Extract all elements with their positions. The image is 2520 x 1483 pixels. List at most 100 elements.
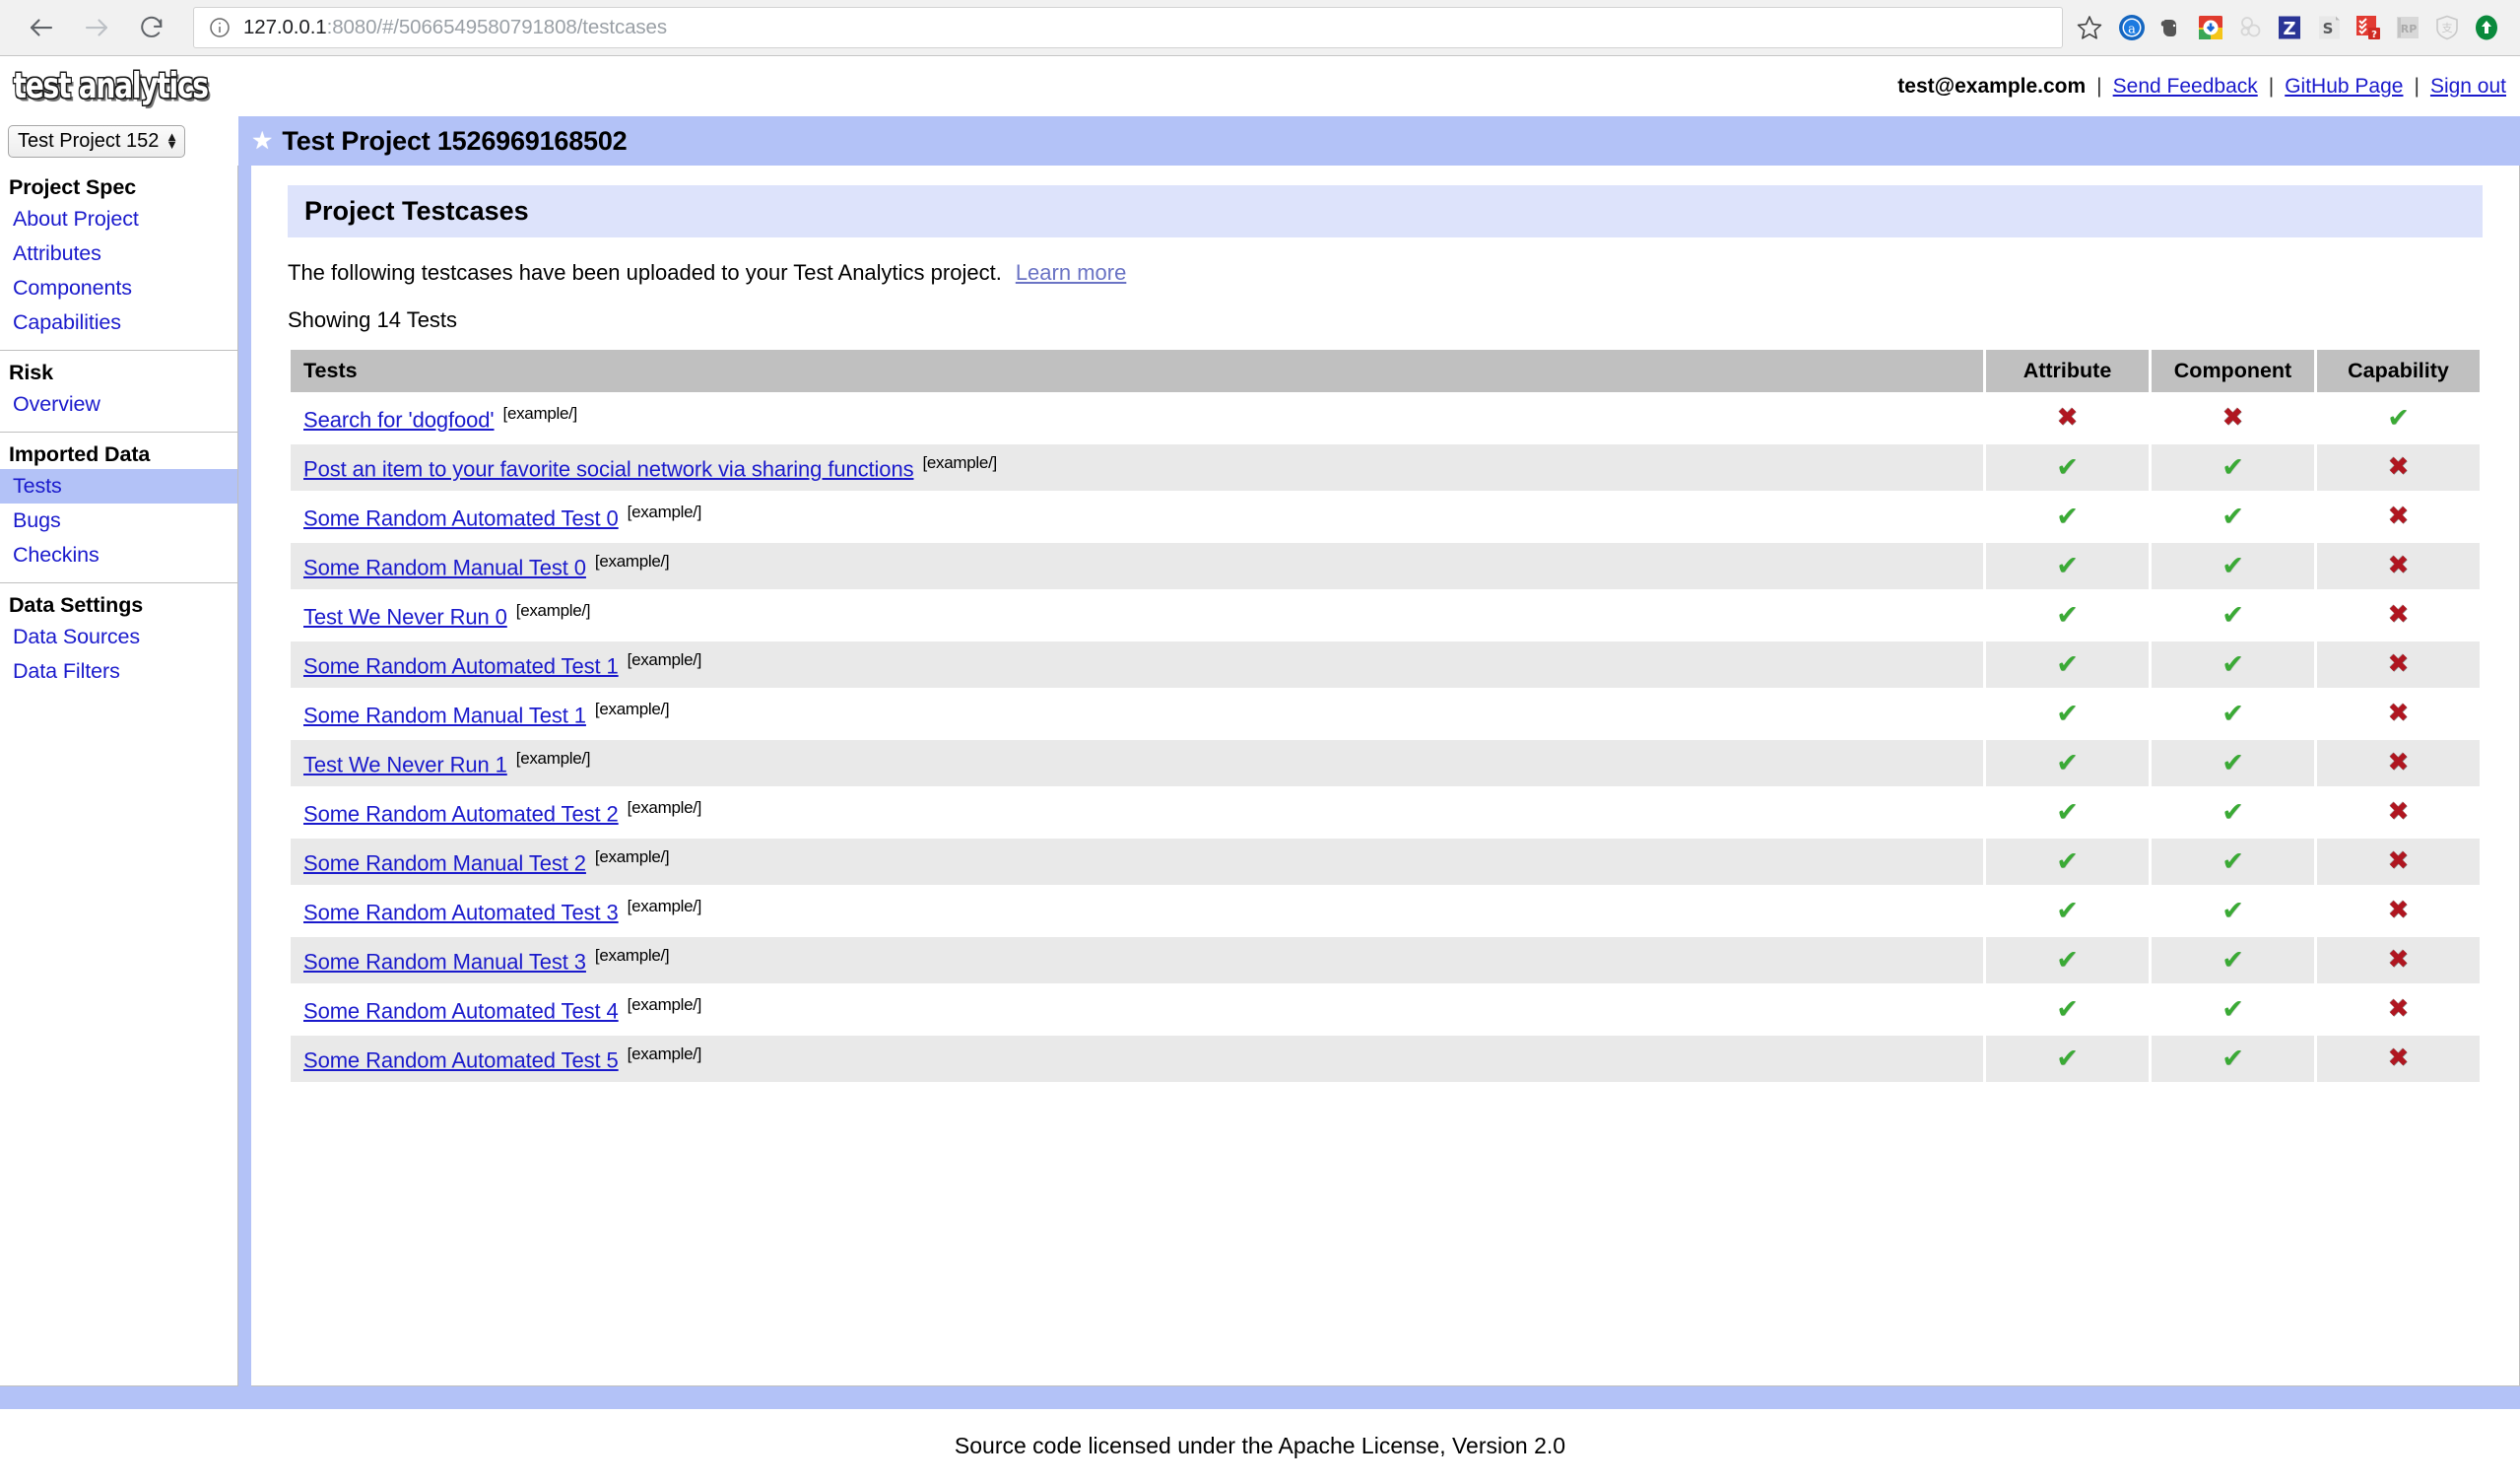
check-icon: ✔ <box>2056 649 2079 680</box>
amazon-assistant-icon[interactable]: a <box>2112 6 2152 49</box>
sidebar-item-tests[interactable]: Tests <box>0 469 237 504</box>
test-name-link[interactable]: Some Random Automated Test 1 <box>303 653 619 678</box>
panel-description-text: The following testcases have been upload… <box>288 260 1002 285</box>
zotero-icon[interactable]: Z <box>2270 6 2309 49</box>
footer: Source code licensed under the Apache Li… <box>0 1409 2520 1483</box>
cell-attribute-status: ✔ <box>1986 592 2149 639</box>
cross-icon: ✖ <box>2388 551 2410 580</box>
cell-component-status: ✔ <box>2152 888 2314 934</box>
bubbles-icon[interactable] <box>2230 6 2270 49</box>
cell-capability-status: ✖ <box>2317 839 2480 885</box>
content-card: Project Testcases The following testcase… <box>251 166 2520 1386</box>
table-row: Some Random Automated Test 5[example/]✔✔… <box>291 1036 2480 1082</box>
project-selector[interactable]: Test Project 152 <box>8 125 185 158</box>
column-header-capability[interactable]: Capability <box>2317 350 2480 392</box>
test-name-link[interactable]: Test We Never Run 0 <box>303 604 507 629</box>
cell-attribute-status: ✔ <box>1986 986 2149 1033</box>
check-icon: ✔ <box>2056 896 2079 926</box>
test-name-link[interactable]: Search for 'dogfood' <box>303 407 495 432</box>
table-head: Tests Attribute Component Capability <box>291 350 2480 392</box>
url-host: 127.0.0.1 <box>243 16 327 38</box>
back-icon[interactable] <box>14 0 69 55</box>
check-icon: ✔ <box>2222 748 2244 778</box>
sidebar-item-overview[interactable]: Overview <box>0 387 237 422</box>
test-name-link[interactable]: Some Random Manual Test 0 <box>303 555 586 579</box>
check-icon: ✔ <box>2222 551 2244 581</box>
sidebar-item-bugs[interactable]: Bugs <box>0 504 237 538</box>
alipay-shield-icon[interactable]: 支 <box>2427 6 2467 49</box>
cell-capability-status: ✖ <box>2317 937 2480 983</box>
test-name-link[interactable]: Some Random Automated Test 0 <box>303 506 619 530</box>
nav-heading: Risk <box>0 355 237 387</box>
scribd-icon[interactable]: S <box>2309 6 2349 49</box>
sidebar-item-data-sources[interactable]: Data Sources <box>0 620 237 654</box>
test-name-link[interactable]: Some Random Manual Test 3 <box>303 949 586 974</box>
cell-component-status: ✔ <box>2152 986 2314 1033</box>
cell-attribute-status: ✔ <box>1986 444 2149 491</box>
cell-component-status: ✔ <box>2152 543 2314 589</box>
test-source-tag: [example/] <box>516 749 590 768</box>
column-header-component[interactable]: Component <box>2152 350 2314 392</box>
sidebar-item-capabilities[interactable]: Capabilities <box>0 305 237 340</box>
green-upload-icon[interactable] <box>2467 6 2506 49</box>
cell-component-status: ✔ <box>2152 444 2314 491</box>
cell-attribute-status: ✔ <box>1986 789 2149 836</box>
evernote-elephant-icon[interactable] <box>2152 6 2191 49</box>
send-feedback-link[interactable]: Send Feedback <box>2113 75 2258 99</box>
cell-capability-status: ✖ <box>2317 641 2480 688</box>
test-name-link[interactable]: Some Random Manual Test 1 <box>303 703 586 727</box>
github-page-link[interactable]: GitHub Page <box>2285 75 2403 99</box>
test-source-tag: [example/] <box>595 552 669 571</box>
check-icon: ✔ <box>2222 945 2244 976</box>
sidebar-item-about-project[interactable]: About Project <box>0 202 237 236</box>
test-source-tag: [example/] <box>628 897 701 915</box>
cross-icon: ✖ <box>2388 797 2410 827</box>
test-name-link[interactable]: Test We Never Run 1 <box>303 752 507 776</box>
svg-text:a: a <box>2128 23 2136 37</box>
table-row: Some Random Manual Test 3[example/]✔✔✖ <box>291 937 2480 983</box>
test-source-tag: [example/] <box>628 1045 701 1063</box>
test-name-link[interactable]: Some Random Automated Test 5 <box>303 1047 619 1072</box>
test-name-link[interactable]: Some Random Automated Test 4 <box>303 998 619 1023</box>
link-separator: | <box>2403 75 2429 99</box>
table-row: Search for 'dogfood'[example/]✖✖✔ <box>291 395 2480 441</box>
test-source-tag: [example/] <box>595 847 669 866</box>
sidebar-item-checkins[interactable]: Checkins <box>0 538 237 573</box>
column-header-attribute[interactable]: Attribute <box>1986 350 2149 392</box>
sidebar-item-components[interactable]: Components <box>0 271 237 305</box>
cell-component-status: ✔ <box>2152 641 2314 688</box>
svg-text:RP: RP <box>2401 23 2418 35</box>
bookmark-star-icon[interactable] <box>2073 14 2106 41</box>
nav-group-risk: RiskOverview <box>0 351 237 433</box>
table-row: Post an item to your favorite social net… <box>291 444 2480 491</box>
test-name-link[interactable]: Some Random Manual Test 2 <box>303 850 586 875</box>
check-icon: ✔ <box>2222 649 2244 680</box>
reload-icon[interactable] <box>124 0 179 55</box>
info-circle-icon[interactable] <box>208 16 232 39</box>
chrome-download-icon[interactable] <box>2191 6 2230 49</box>
checklist-help-icon[interactable]: ? <box>2349 6 2388 49</box>
cell-component-status: ✔ <box>2152 789 2314 836</box>
sidebar-item-data-filters[interactable]: Data Filters <box>0 654 237 689</box>
check-icon: ✔ <box>2222 502 2244 532</box>
test-name-link[interactable]: Post an item to your favorite social net… <box>303 456 913 481</box>
favorite-star-icon[interactable]: ★ <box>251 129 273 154</box>
test-name-link[interactable]: Some Random Automated Test 3 <box>303 900 619 924</box>
sign-out-link[interactable]: Sign out <box>2430 75 2506 99</box>
test-name-link[interactable]: Some Random Automated Test 2 <box>303 801 619 826</box>
url-text[interactable]: 127.0.0.1:8080/#/5066549580791808/testca… <box>243 16 2052 39</box>
cell-attribute-status: ✔ <box>1986 641 2149 688</box>
learn-more-link[interactable]: Learn more <box>1016 260 1127 285</box>
project-title-bar: Test Project 152 ▲▼ ★ Test Project 15269… <box>0 116 2520 166</box>
cell-test-name: Some Random Automated Test 0[example/] <box>291 494 1983 540</box>
sidebar-item-attributes[interactable]: Attributes <box>0 236 237 271</box>
table-row: Some Random Automated Test 2[example/]✔✔… <box>291 789 2480 836</box>
cross-icon: ✖ <box>2388 896 2410 925</box>
rp-grayed-icon[interactable]: RP <box>2388 6 2427 49</box>
column-header-tests[interactable]: Tests <box>291 350 1983 392</box>
address-bar[interactable]: 127.0.0.1:8080/#/5066549580791808/testca… <box>193 7 2063 48</box>
cell-attribute-status: ✔ <box>1986 839 2149 885</box>
cell-attribute-status: ✔ <box>1986 937 2149 983</box>
link-separator: | <box>2086 75 2112 99</box>
forward-icon[interactable] <box>69 0 124 55</box>
